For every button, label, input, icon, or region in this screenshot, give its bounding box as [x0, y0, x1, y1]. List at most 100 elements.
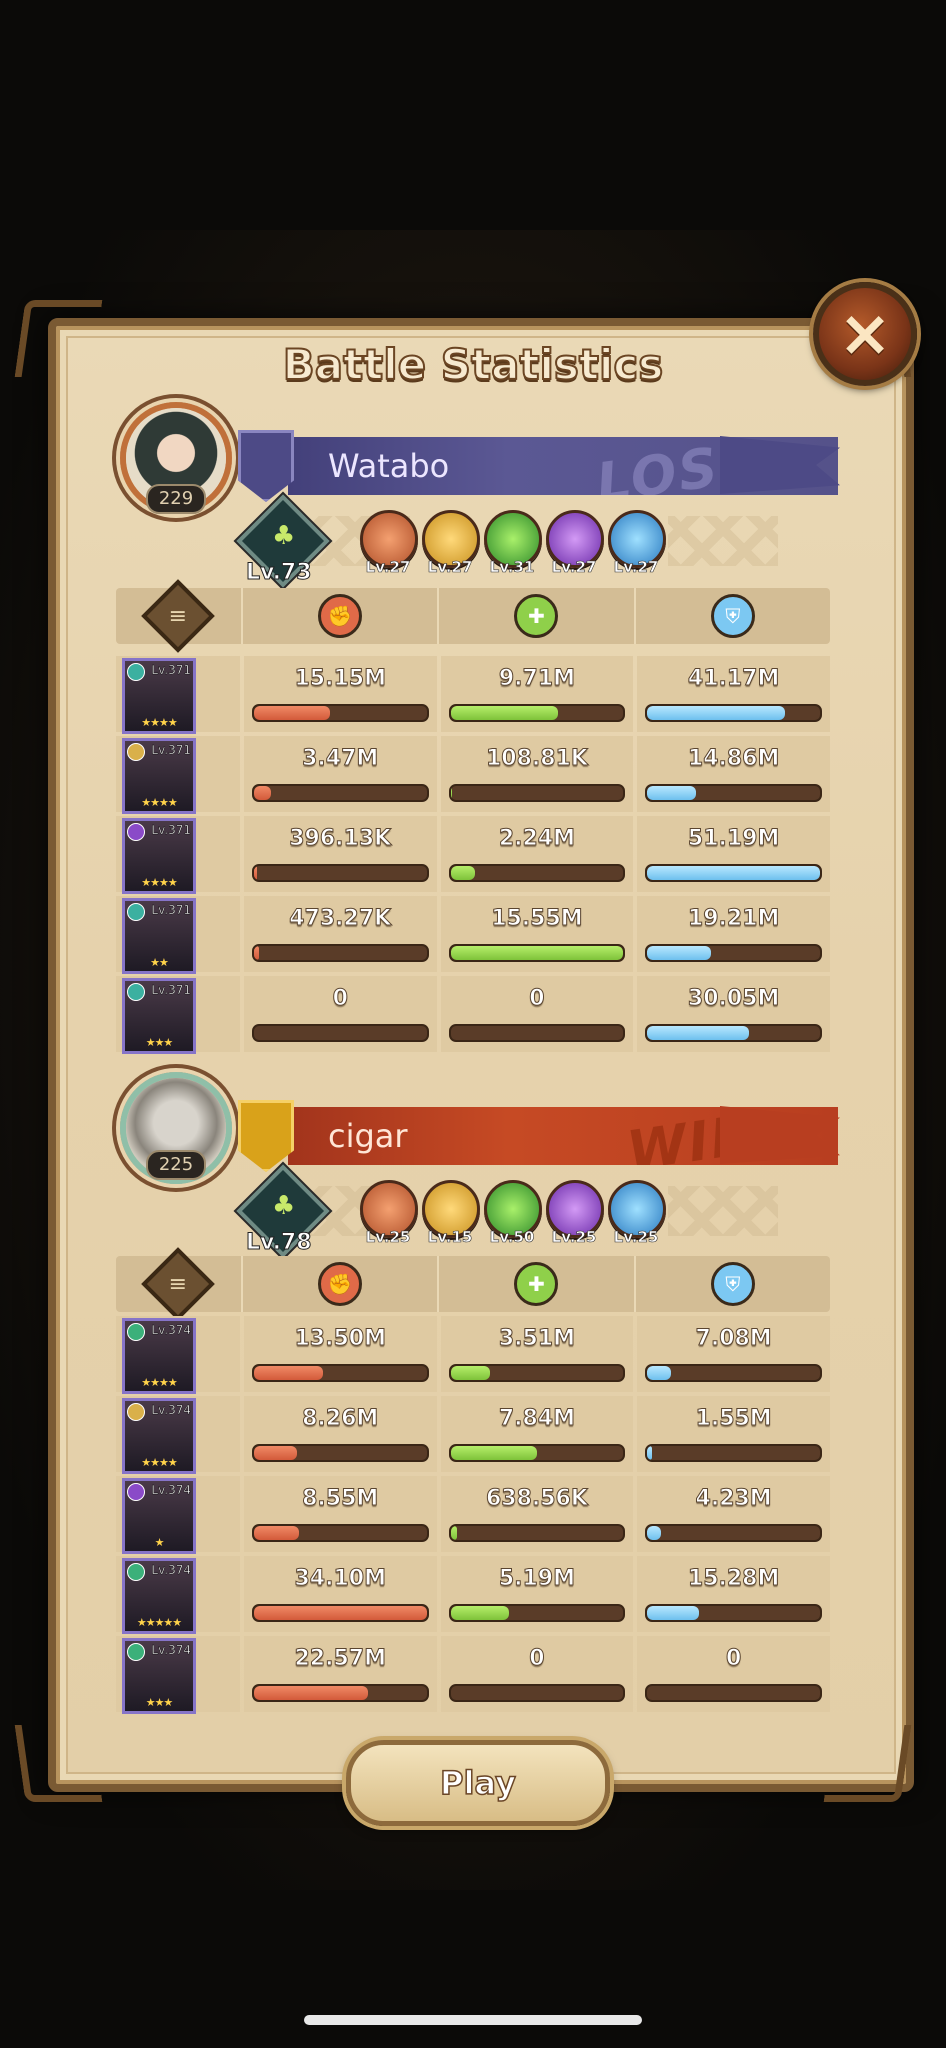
tank-bar-fill	[647, 786, 696, 800]
player-name: cigar	[328, 1117, 408, 1155]
healing-bar-fill	[450, 1526, 458, 1540]
tank-value: 30.05M	[687, 986, 780, 1012]
hero-portrait[interactable]: Lv.374 ★★★★	[122, 1318, 196, 1394]
team-2-rows: Lv.374 ★★★★ 13.50M 3.51M 7.08M Lv.374 ★★★★ 8.26…	[116, 1316, 830, 1714]
hero-portrait[interactable]: Lv.371 ★★	[122, 898, 196, 974]
tank-bar	[645, 704, 822, 722]
hero-portrait[interactable]: Lv.374 ★	[122, 1478, 196, 1554]
damage-bar-fill	[253, 1606, 427, 1620]
battle-log-header: ≡	[116, 579, 243, 653]
hero-cell: Lv.371 ★★★★	[116, 816, 240, 894]
hero-row: Lv.371 ★★★★ 3.47M 108.81K 14.86M	[116, 736, 830, 814]
battle-log-icon[interactable]: ≡	[141, 579, 216, 653]
hero-cell: Lv.371 ★★★★	[116, 656, 240, 734]
play-button[interactable]: Play	[346, 1740, 610, 1826]
healing-bar-fill	[450, 866, 475, 880]
tank-value: 15.28M	[687, 1566, 780, 1592]
faction-celestial-icon: Lv.25	[608, 1180, 666, 1246]
faction-mauler-icon: Lv.15	[422, 1180, 480, 1246]
tank-value: 51.19M	[687, 826, 780, 852]
damage-bar-fill	[253, 946, 260, 960]
tree-icon: ♣	[272, 1191, 296, 1222]
tank-bar-fill	[647, 1026, 750, 1040]
hero-level: Lv.374	[151, 1483, 191, 1497]
hero-portrait[interactable]: Lv.371 ★★★★	[122, 738, 196, 814]
table-header: ≡ ✊ ✚ ⛨	[116, 579, 830, 653]
damage-bar	[251, 1444, 429, 1462]
hero-cell: Lv.374 ★★★	[116, 1636, 240, 1714]
healing-cell: 3.51M	[440, 1316, 634, 1392]
healing-bar	[448, 784, 626, 802]
damage-icon: ✊	[318, 594, 363, 638]
damage-value: 8.55M	[302, 1486, 379, 1512]
hero-portrait[interactable]: Lv.374 ★★★	[122, 1638, 196, 1714]
tank-bar	[645, 944, 822, 962]
faction-wilder-icon: Lv.31	[484, 510, 542, 576]
player-name: Watabo	[328, 447, 450, 485]
hero-portrait[interactable]: Lv.371 ★★★★	[122, 818, 196, 894]
damage-value: 396.13K	[289, 826, 392, 852]
hero-portrait[interactable]: Lv.371 ★★★	[122, 978, 196, 1054]
healing-bar	[448, 1524, 626, 1542]
damage-icon: ✊	[318, 1262, 363, 1306]
tank-bar	[645, 1604, 822, 1622]
hero-stars: ★★★★	[141, 1456, 177, 1469]
healing-value: 108.81K	[485, 746, 588, 772]
tank-cell: 4.23M	[637, 1476, 830, 1552]
damage-bar	[251, 944, 429, 962]
tank-value: 1.55M	[695, 1406, 772, 1432]
damage-bar	[251, 704, 429, 722]
damage-value: 8.26M	[302, 1406, 379, 1432]
damage-cell: 22.57M	[243, 1636, 437, 1712]
hero-portrait[interactable]: Lv.371 ★★★★	[122, 658, 196, 734]
healing-icon: ✚	[514, 594, 559, 638]
hero-level: Lv.374	[151, 1323, 191, 1337]
healing-bar	[448, 1444, 626, 1462]
healing-value: 0	[529, 1646, 545, 1672]
damage-bar-fill	[253, 786, 272, 800]
resonance-level: Lv.78	[246, 1230, 313, 1256]
tank-bar-fill	[647, 706, 786, 720]
player-level: 225	[146, 1150, 206, 1180]
resonance-level: Lv.73	[246, 560, 313, 586]
tank-cell: 15.28M	[637, 1556, 830, 1632]
tank-cell: 30.05M	[637, 976, 830, 1052]
tank-cell: 41.17M	[637, 656, 830, 732]
home-indicator[interactable]	[304, 2015, 642, 2025]
damage-bar	[251, 1604, 429, 1622]
faction-lightbearer-icon: Lv.27	[360, 510, 418, 576]
damage-bar-fill	[253, 866, 258, 880]
shield-icon: ⛨	[710, 594, 755, 638]
tank-value: 7.08M	[695, 1326, 772, 1352]
damage-value: 22.57M	[294, 1646, 386, 1672]
tree-icon: ♣	[272, 521, 296, 552]
faction-icon	[127, 1323, 145, 1341]
hero-level: Lv.374	[151, 1403, 191, 1417]
close-button[interactable]: ×	[813, 282, 917, 386]
hero-portrait[interactable]: Lv.374 ★★★★	[122, 1398, 196, 1474]
damage-cell: 13.50M	[243, 1316, 437, 1392]
hero-stars: ★	[154, 1536, 165, 1549]
healing-bar-fill	[450, 1366, 491, 1380]
tank-header: ⛨	[636, 1256, 830, 1312]
hero-cell: Lv.371 ★★★	[116, 976, 240, 1054]
healing-header: ✚	[439, 1256, 636, 1312]
hero-stars: ★★★★	[141, 716, 177, 729]
tank-bar-fill	[647, 1366, 672, 1380]
damage-bar-fill	[253, 1526, 299, 1540]
healing-value: 15.55M	[491, 906, 583, 932]
hero-stars: ★★★	[145, 1036, 174, 1049]
faction-icon	[127, 983, 145, 1001]
damage-cell: 396.13K	[243, 816, 437, 892]
battle-log-icon[interactable]: ≡	[141, 1247, 216, 1321]
panel-corner	[14, 1725, 103, 1802]
healing-value: 0	[529, 986, 545, 1012]
damage-value: 15.15M	[294, 666, 386, 692]
tank-value: 0	[725, 1646, 742, 1672]
guild-shield-icon	[238, 430, 294, 502]
damage-cell: 15.15M	[243, 656, 437, 732]
healing-icon: ✚	[514, 1262, 559, 1306]
hero-portrait[interactable]: Lv.374 ★★★★★	[122, 1558, 196, 1634]
tank-cell: 1.55M	[637, 1396, 830, 1472]
team-2-stats-table: ≡ ✊ ✚ ⛨ Lv.374 ★★★★ 13.50M 3.51M 7.08M Lv.374…	[116, 1247, 830, 1714]
